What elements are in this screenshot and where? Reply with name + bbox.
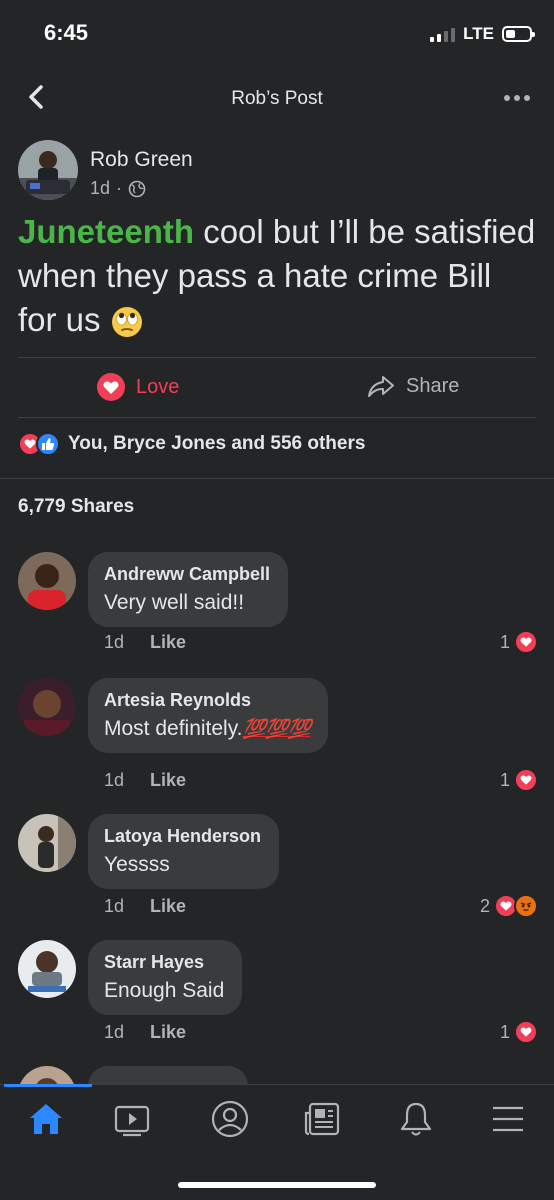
comment-time: 1d [104, 770, 125, 790]
status-indicators: LTE [430, 24, 535, 44]
tab-notifications[interactable] [396, 1099, 436, 1139]
share-label: Share [406, 374, 460, 397]
active-tab-indicator [4, 1084, 92, 1087]
divider [18, 357, 536, 358]
comment-time: 1d [104, 896, 125, 916]
commenter-avatar[interactable] [18, 552, 76, 610]
comment-text: Most definitely.💯💯💯 [104, 717, 312, 741]
comment-item: Artesia Reynolds Most definitely.💯💯💯 1d … [18, 678, 538, 798]
comment-time: 1d [104, 1022, 125, 1042]
more-options-button[interactable] [504, 86, 532, 110]
commenter-name[interactable]: Artesia Reynolds [104, 690, 310, 711]
love-reaction-icon [97, 373, 125, 401]
comment-reactions[interactable]: 1 [500, 1020, 538, 1044]
author-avatar[interactable] [18, 140, 78, 200]
rolling-eyes-emoji [111, 307, 142, 338]
comment-like-button[interactable]: Like [150, 632, 186, 653]
comment-reactions[interactable]: 2 [480, 894, 538, 918]
comment-meta: 1d Like [104, 632, 186, 653]
comment-item: Andreww Campbell Very well said!! 1d Lik… [18, 552, 538, 662]
divider [18, 417, 536, 418]
comment-text-main: Most definitely. [104, 717, 243, 740]
tab-profile[interactable] [210, 1099, 250, 1139]
commenter-avatar[interactable] [18, 1066, 76, 1086]
comment-bubble[interactable]: Andreww Campbell Very well said!! [88, 552, 289, 627]
reaction-count: 1 [499, 1021, 510, 1042]
screen: 6:45 LTE Rob’s Post Rob Green 1d · Junet… [0, 0, 554, 1200]
commenter-avatar[interactable] [18, 940, 76, 998]
shares-count[interactable]: 6,779 Shares [18, 496, 134, 518]
comment-meta: 1d Like [104, 770, 186, 791]
home-indicator [178, 1182, 376, 1188]
reaction-count: 1 [499, 631, 510, 652]
reaction-count: 1 [499, 769, 510, 790]
profile-icon [211, 1100, 249, 1138]
comment-meta: 1d Like [104, 896, 186, 917]
comment-bubble[interactable]: Latoya Henderson Yessss [88, 814, 280, 889]
home-icon [30, 1104, 62, 1134]
commenter-name[interactable]: Starr Hayes [104, 952, 224, 973]
comment-bubble[interactable] [88, 1066, 248, 1086]
comment-bubble[interactable]: Artesia Reynolds Most definitely.💯💯💯 [88, 678, 329, 753]
hundred-points-emoji: 💯💯💯 [242, 719, 312, 740]
page-title: Rob’s Post [231, 88, 323, 109]
comment-reactions[interactable]: 1 [500, 630, 538, 654]
love-reaction-icon [514, 1020, 538, 1044]
notifications-icon [400, 1102, 432, 1136]
hashtag-link[interactable]: Juneteenth [18, 213, 194, 250]
post-header: Rob Green 1d · [18, 140, 536, 202]
comment-like-button[interactable]: Like [150, 1022, 186, 1043]
meta-separator: · [116, 178, 123, 198]
reactions-summary[interactable]: You, Bryce Jones and 556 others [18, 432, 365, 456]
reaction-count: 2 [479, 895, 490, 916]
divider [0, 478, 554, 479]
comment-item: Starr Hayes Enough Said 1d Like 1 [18, 940, 538, 1050]
globe-icon [128, 180, 146, 197]
status-time: 6:45 [44, 20, 89, 45]
love-reaction-icon [514, 630, 538, 654]
love-label: Love [136, 375, 180, 398]
menu-icon [493, 1106, 523, 1132]
tab-watch[interactable] [112, 1099, 152, 1139]
commenter-avatar[interactable] [18, 814, 76, 872]
share-icon [368, 376, 394, 397]
love-reaction-icon [514, 768, 538, 792]
commenter-name[interactable]: Andreww Campbell [104, 564, 270, 585]
news-icon [304, 1102, 340, 1136]
tab-home[interactable] [26, 1099, 66, 1139]
share-button[interactable]: Share [366, 372, 459, 400]
comment-time: 1d [104, 632, 125, 652]
commenter-name[interactable]: Latoya Henderson [104, 826, 261, 847]
tab-bar [0, 1084, 554, 1200]
comment-item: Latoya Henderson Yessss 1d Like 2 [18, 814, 538, 924]
comment-text: Enough Said [104, 979, 225, 1002]
comment-reactions[interactable]: 1 [500, 768, 538, 792]
comment-item-partial [18, 1066, 538, 1086]
network-label: LTE [463, 24, 494, 43]
status-bar: 6:45 LTE [0, 0, 554, 66]
comment-bubble[interactable]: Starr Hayes Enough Said [88, 940, 243, 1015]
like-reaction-icon [36, 432, 60, 456]
love-button[interactable]: Love [96, 372, 179, 402]
comment-meta: 1d Like [104, 1022, 186, 1043]
battery-icon [502, 26, 535, 42]
nav-header: Rob’s Post [0, 72, 554, 124]
post-actions: Love Share [0, 360, 554, 416]
post-meta: 1d · [90, 178, 146, 199]
reactions-text: You, Bryce Jones and 556 others [68, 433, 366, 454]
tab-news[interactable] [302, 1099, 342, 1139]
post-time: 1d [90, 178, 111, 198]
comment-text: Yessss [104, 853, 170, 876]
post-author[interactable]: Rob Green [90, 148, 193, 172]
comment-like-button[interactable]: Like [150, 770, 186, 791]
tab-menu[interactable] [488, 1099, 528, 1139]
post-text: Juneteenth cool but I’ll be satisfied wh… [18, 210, 538, 342]
commenter-avatar[interactable] [18, 678, 76, 736]
comment-text: Very well said!! [104, 591, 245, 614]
watch-icon [114, 1105, 150, 1137]
comment-like-button[interactable]: Like [150, 896, 186, 917]
signal-icon [430, 26, 456, 42]
angry-reaction-icon [514, 894, 538, 918]
